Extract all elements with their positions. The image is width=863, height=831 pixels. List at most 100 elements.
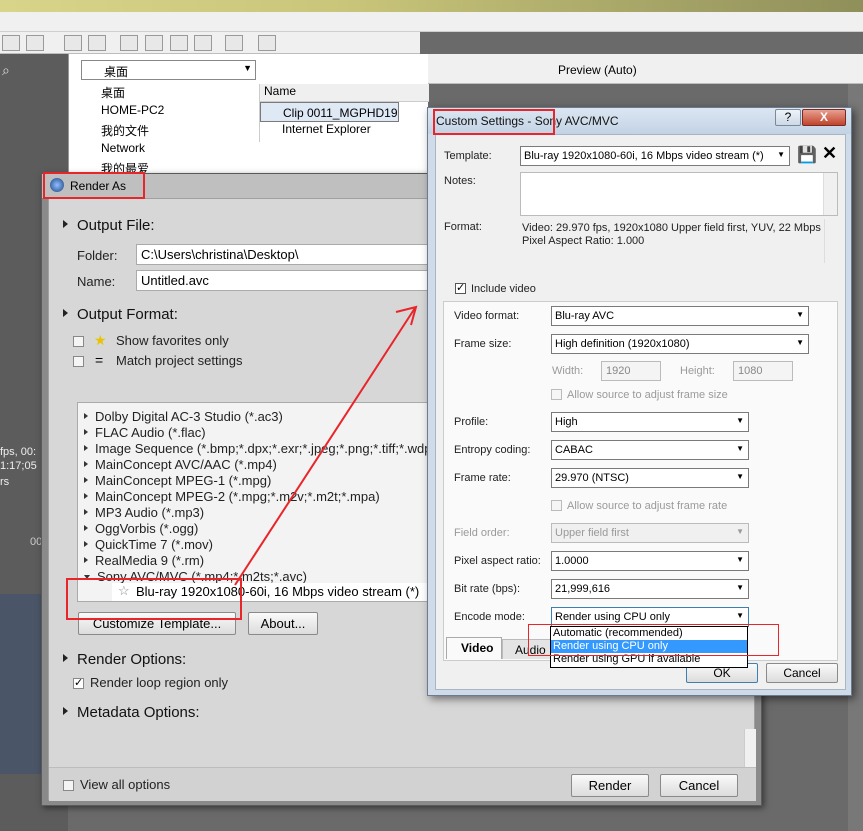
- expand-arrow-icon: [84, 413, 88, 419]
- toolbar-icon[interactable]: [26, 35, 44, 51]
- match-project-checkbox[interactable]: [73, 356, 84, 367]
- tree-item[interactable]: 桌面: [79, 84, 259, 103]
- expand-arrow-icon: [63, 707, 68, 715]
- par-value: 1.0000: [555, 555, 589, 567]
- section-heading: Output File:: [77, 217, 155, 234]
- toolbar-icon[interactable]: [64, 35, 82, 51]
- chevron-down-icon: ▼: [777, 150, 785, 159]
- field-order-dropdown[interactable]: Upper field first ▼: [551, 523, 749, 543]
- view-all-label: View all options: [80, 777, 171, 792]
- encode-mode-value: Render using CPU only: [555, 611, 670, 623]
- allow-frame-size-checkbox[interactable]: [551, 389, 562, 400]
- show-favorites-checkbox[interactable]: [73, 336, 84, 347]
- cancel-button[interactable]: Cancel: [660, 774, 738, 797]
- video-format-dropdown[interactable]: Blu-ray AVC ▼: [551, 306, 809, 326]
- profile-value: High: [555, 416, 578, 428]
- match-project-label: Match project settings: [116, 353, 243, 368]
- file-item[interactable]: Internet Explorer: [260, 122, 429, 142]
- output-format-section[interactable]: Output Format:: [63, 306, 178, 323]
- chevron-down-icon: ▼: [736, 416, 744, 425]
- render-button[interactable]: Render: [571, 774, 649, 797]
- format-item[interactable]: Image Sequence (*.bmp;*.dpx;*.exr;*.jpeg…: [84, 441, 436, 456]
- format-item-label: FLAC Audio (*.flac): [95, 425, 206, 440]
- template-dropdown[interactable]: Blu-ray 1920x1080-60i, 16 Mbps video str…: [520, 146, 790, 166]
- about-button[interactable]: About...: [248, 612, 318, 635]
- format-item[interactable]: MP3 Audio (*.mp3): [84, 505, 204, 520]
- format-item[interactable]: RealMedia 9 (*.rm): [84, 553, 204, 568]
- custom-cancel-button[interactable]: Cancel: [766, 663, 838, 683]
- notes-scrollbar[interactable]: [823, 173, 837, 215]
- tree-item[interactable]: Network: [79, 141, 259, 160]
- format-item[interactable]: MainConcept MPEG-2 (*.mpg;*.m2v;*.m2t;*.…: [84, 489, 380, 504]
- annotation-box: [43, 172, 145, 199]
- name-input[interactable]: Untitled.avc: [136, 270, 431, 291]
- metadata-options-section[interactable]: Metadata Options:: [63, 704, 200, 721]
- frame-rate-label: Frame rate:: [454, 472, 511, 484]
- preview-quality-dropdown[interactable]: Preview (Auto): [558, 63, 637, 77]
- section-heading: Metadata Options:: [77, 704, 200, 721]
- format-item[interactable]: FLAC Audio (*.flac): [84, 425, 206, 440]
- format-item-label: QuickTime 7 (*.mov): [95, 537, 213, 552]
- menu-area: [0, 12, 863, 32]
- close-button[interactable]: X: [802, 109, 846, 126]
- field-order-label: Field order:: [454, 527, 510, 539]
- toolbar-icon[interactable]: [2, 35, 20, 51]
- section-heading: Output Format:: [77, 306, 178, 323]
- tree-item[interactable]: HOME-PC2: [79, 103, 259, 122]
- expand-arrow-icon: [84, 477, 88, 483]
- include-video-label: Include video: [471, 283, 536, 295]
- width-label: Width:: [552, 365, 584, 377]
- profile-dropdown[interactable]: High ▼: [551, 412, 749, 432]
- format-item-label: Dolby Digital AC-3 Studio (*.ac3): [95, 409, 283, 424]
- format-item[interactable]: MainConcept MPEG-1 (*.mpg): [84, 473, 271, 488]
- format-item[interactable]: MainConcept AVC/AAC (*.mp4): [84, 457, 277, 472]
- delete-icon[interactable]: ✕: [822, 143, 837, 164]
- entropy-dropdown[interactable]: CABAC ▼: [551, 440, 749, 460]
- custom-settings-dialog: Custom Settings - Sony AVC/MVC ? X Templ…: [427, 107, 852, 696]
- toolbar-icon[interactable]: [170, 35, 188, 51]
- format-item[interactable]: QuickTime 7 (*.mov): [84, 537, 213, 552]
- save-icon[interactable]: 💾: [797, 145, 817, 165]
- toolbar-icon[interactable]: [88, 35, 106, 51]
- format-item[interactable]: Dolby Digital AC-3 Studio (*.ac3): [84, 409, 283, 424]
- width-input[interactable]: 1920: [601, 361, 661, 381]
- preview-toolbar: Preview (Auto): [428, 54, 863, 84]
- tree-item[interactable]: 我的文件: [79, 122, 259, 141]
- chevron-down-icon: ▼: [736, 527, 744, 536]
- search-icon[interactable]: ⌕: [2, 62, 10, 79]
- height-input[interactable]: 1080: [733, 361, 793, 381]
- toolbar-icon[interactable]: [120, 35, 138, 51]
- bitrate-combo[interactable]: 21,999,616 ▼: [551, 579, 749, 599]
- expand-arrow-icon: [84, 493, 88, 499]
- location-combo[interactable]: 桌面 ▼: [81, 60, 256, 80]
- bitrate-value: 21,999,616: [555, 583, 611, 595]
- timecode-text: 1:17;05: [0, 460, 37, 472]
- expand-arrow-icon: [84, 429, 88, 435]
- format-item[interactable]: OggVorbis (*.ogg): [84, 521, 198, 536]
- files-column-header[interactable]: Name: [260, 84, 429, 102]
- toolbar-icon[interactable]: [145, 35, 163, 51]
- video-format-value: Blu-ray AVC: [555, 310, 615, 322]
- output-file-section[interactable]: Output File:: [63, 217, 155, 234]
- format-scrollbar[interactable]: [824, 219, 838, 263]
- location-value: 桌面: [104, 65, 129, 79]
- frame-size-dropdown[interactable]: High definition (1920x1080) ▼: [551, 334, 809, 354]
- allow-frame-rate-checkbox[interactable]: [551, 500, 562, 511]
- help-button[interactable]: ?: [775, 109, 801, 126]
- render-options-section[interactable]: Render Options:: [63, 651, 186, 668]
- loop-region-checkbox[interactable]: [73, 676, 84, 689]
- view-all-checkbox[interactable]: [63, 780, 74, 791]
- notes-textarea[interactable]: [520, 172, 838, 216]
- file-item[interactable]: Clip 0011_MGPHD19: [260, 102, 399, 122]
- tab-video[interactable]: Video: [446, 637, 502, 659]
- format-item-label: MainConcept MPEG-1 (*.mpg): [95, 473, 272, 488]
- par-dropdown[interactable]: 1.0000 ▼: [551, 551, 749, 571]
- frame-rate-dropdown[interactable]: 29.970 (NTSC) ▼: [551, 468, 749, 488]
- toolbar-icon[interactable]: [194, 35, 212, 51]
- include-video-checkbox[interactable]: [455, 281, 466, 294]
- folder-input[interactable]: C:\Users\christina\Desktop\: [136, 244, 431, 265]
- toolbar-icon[interactable]: [258, 35, 276, 51]
- allow-frame-rate-label: Allow source to adjust frame rate: [567, 500, 728, 512]
- toolbar-icon[interactable]: [225, 35, 243, 51]
- window-top-strip: [0, 0, 863, 12]
